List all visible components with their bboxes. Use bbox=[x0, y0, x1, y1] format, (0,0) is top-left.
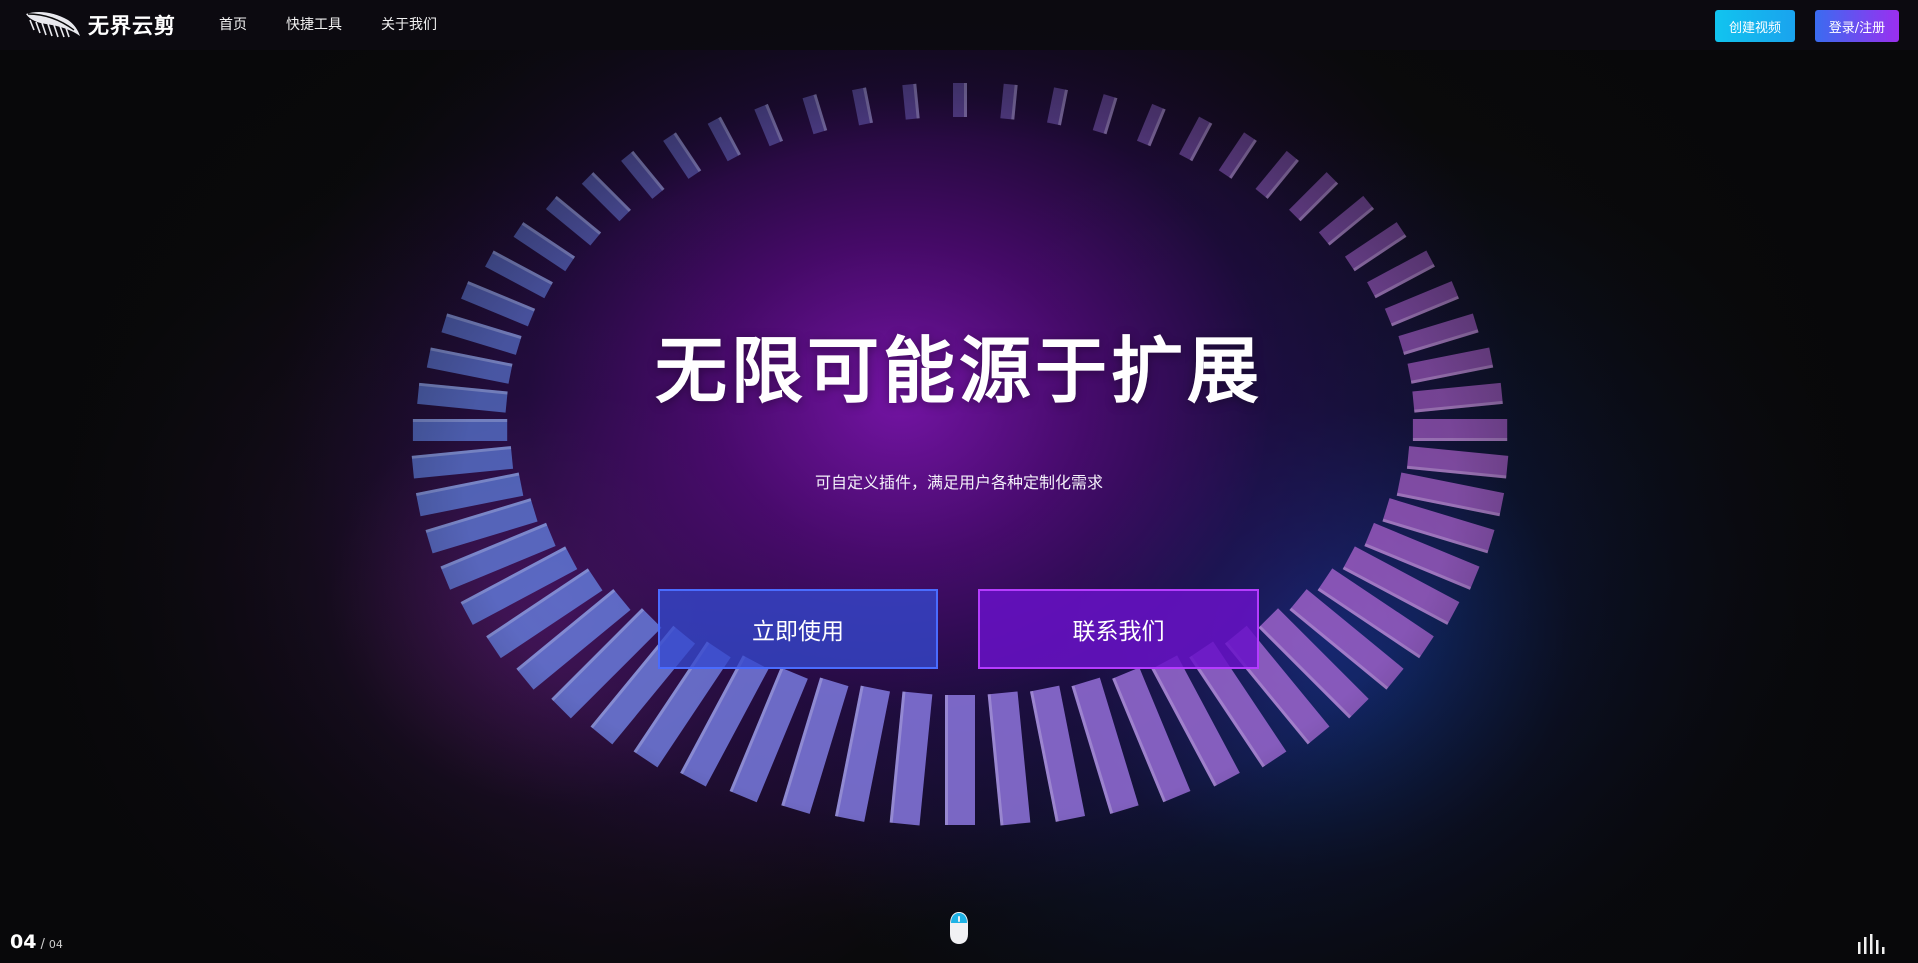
ring-slat bbox=[1136, 103, 1166, 147]
ring-slat bbox=[1047, 87, 1068, 126]
mouse-scroll-icon[interactable] bbox=[948, 910, 970, 946]
brand-logo[interactable]: 无界云剪 bbox=[24, 8, 176, 42]
ring-slat bbox=[581, 172, 632, 222]
brand-name: 无界云剪 bbox=[88, 14, 176, 38]
ring-slat bbox=[663, 132, 702, 179]
ring-slat bbox=[902, 83, 920, 120]
slide-separator: / bbox=[40, 937, 45, 952]
ring-slat bbox=[1218, 132, 1257, 179]
hero-title: 无限可能源于扩展 bbox=[654, 329, 1263, 413]
ring-slat bbox=[513, 222, 576, 272]
slide-total: 04 bbox=[48, 938, 63, 951]
ring-slat bbox=[1412, 419, 1508, 441]
contact-us-button[interactable]: 联系我们 bbox=[978, 589, 1259, 669]
ring-slat bbox=[1255, 150, 1299, 199]
ring-slat bbox=[485, 250, 553, 299]
ring-slat bbox=[1029, 685, 1086, 822]
slide-current: 04 bbox=[10, 931, 37, 953]
main-nav: 首页 快捷工具 关于我们 bbox=[219, 14, 476, 34]
ring-slat bbox=[545, 195, 602, 246]
login-register-button[interactable]: 登录/注册 bbox=[1815, 10, 1899, 42]
ring-slat bbox=[707, 116, 741, 162]
nav-item-quick-tools[interactable]: 快捷工具 bbox=[286, 14, 342, 34]
ring-slat bbox=[621, 150, 665, 199]
use-now-button[interactable]: 立即使用 bbox=[658, 589, 938, 669]
ring-slat bbox=[1179, 116, 1213, 162]
create-video-button[interactable]: 创建视频 bbox=[1715, 10, 1795, 42]
ring-slat bbox=[412, 419, 508, 441]
nav-item-home[interactable]: 首页 bbox=[219, 14, 247, 34]
ring-slat bbox=[1000, 83, 1018, 120]
slide-counter: 04 / 04 bbox=[10, 931, 63, 953]
ring-slat bbox=[953, 83, 967, 117]
ring-slat bbox=[1288, 172, 1339, 222]
ring-slat bbox=[1344, 222, 1407, 272]
ring-slat bbox=[802, 94, 828, 135]
ring-slat bbox=[987, 691, 1031, 826]
ring-slat bbox=[754, 103, 784, 147]
top-navigation-bar: 无界云剪 首页 快捷工具 关于我们 创建视频 登录/注册 bbox=[0, 0, 1918, 50]
ring-slat bbox=[889, 691, 933, 826]
nav-item-about-us[interactable]: 关于我们 bbox=[381, 14, 437, 34]
audio-bars-icon[interactable] bbox=[1856, 932, 1890, 954]
ring-slat bbox=[1367, 250, 1435, 299]
ring-slat bbox=[945, 695, 975, 825]
ring-slat bbox=[1318, 195, 1375, 246]
hero-subtitle: 可自定义插件，满足用户各种定制化需求 bbox=[814, 473, 1103, 492]
ring-slat bbox=[852, 87, 873, 126]
ring-slat bbox=[1092, 94, 1118, 135]
feather-logo-icon bbox=[26, 12, 80, 38]
ring-slat bbox=[834, 685, 891, 822]
